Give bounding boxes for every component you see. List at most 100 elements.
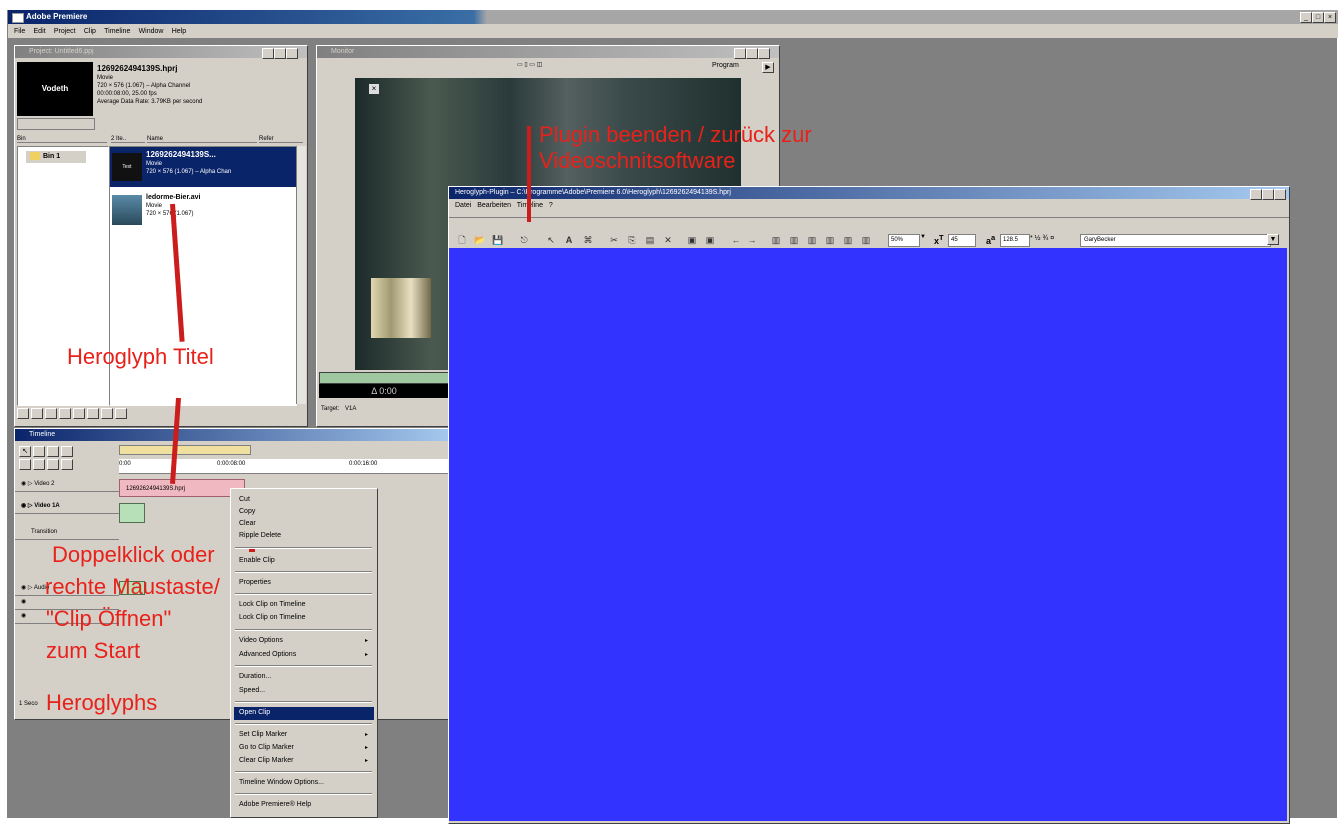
menu-ripple-delete[interactable]: Ripple Delete [239, 532, 281, 539]
eye-icon[interactable]: ◉ [21, 503, 26, 509]
menu-open-clip[interactable]: Open Clip [239, 709, 270, 716]
align-right-icon[interactable]: ▥ [806, 234, 818, 246]
monitor-view-buttons[interactable]: ▭ ▯ ▭ ◫ [517, 61, 597, 71]
align-top-icon[interactable]: ▥ [842, 234, 854, 246]
timeline-ruler[interactable]: 0:00 0:00:08:00 0:00:16:00 [119, 459, 453, 474]
project-minimize-icon[interactable] [262, 48, 274, 59]
align-left-icon[interactable]: ▥ [770, 234, 782, 246]
menu-video-options[interactable]: Video Options [239, 637, 283, 644]
zoom-tool-icon[interactable] [33, 459, 45, 470]
save-icon[interactable]: 💾 [492, 234, 504, 246]
delete-x-icon[interactable]: ✕ [662, 234, 674, 246]
hg-menu-bearbeiten[interactable]: Bearbeiten [477, 202, 511, 209]
hg-minimize-icon[interactable] [1250, 189, 1262, 200]
font-size-input[interactable]: 45 [948, 234, 976, 247]
menu-help[interactable]: Adobe Premiere® Help [239, 801, 311, 808]
project-close-icon[interactable] [286, 48, 298, 59]
eye-icon[interactable]: ◉ [21, 481, 26, 487]
preview-play-slider[interactable] [17, 118, 95, 130]
speaker-icon[interactable]: ◉ [21, 613, 26, 619]
menu-cut[interactable]: Cut [239, 496, 250, 503]
menu-project[interactable]: Project [54, 28, 76, 35]
selection-tool-icon[interactable]: ↖ [19, 446, 31, 457]
monitor-close-icon[interactable] [758, 48, 770, 59]
hg-maximize-icon[interactable] [1262, 189, 1274, 200]
menu-set-clip-marker[interactable]: Set Clip Marker [239, 731, 287, 738]
zoom-select[interactable]: 50% [888, 234, 920, 247]
menu-clear-clip-marker[interactable]: Clear Clip Marker [239, 757, 293, 764]
hg-menu-datei[interactable]: Datei [455, 202, 471, 209]
menu-duration[interactable]: Duration... [239, 673, 271, 680]
project-maximize-icon[interactable] [274, 48, 286, 59]
time-zoom-label[interactable]: 1 Seco [19, 701, 38, 707]
ripple-tool-icon[interactable] [47, 446, 59, 457]
marker-tool-icon[interactable] [61, 459, 73, 470]
align-center-icon[interactable]: ▥ [788, 234, 800, 246]
video-clip[interactable] [119, 503, 145, 523]
hand-tool-icon[interactable] [19, 459, 31, 470]
zoom-dropdown-icon[interactable]: ▼ [920, 234, 926, 240]
speaker-icon[interactable]: ◉ [21, 599, 26, 605]
menu-go-to-clip-marker[interactable]: Go to Clip Marker [239, 744, 294, 751]
bin-item[interactable]: Bin 1 [26, 151, 86, 163]
menu-properties[interactable]: Properties [239, 579, 271, 586]
minimize-icon[interactable]: _ [1300, 12, 1312, 23]
cut-icon[interactable]: ✂ [608, 234, 620, 246]
open-icon[interactable]: 📂 [474, 234, 486, 246]
col-bin-header[interactable]: Bin [17, 136, 107, 143]
new-bin-icon[interactable] [59, 408, 71, 419]
settings-icon[interactable] [115, 408, 127, 419]
close-frame-icon[interactable]: × [369, 84, 379, 94]
menu-enable-clip[interactable]: Enable Clip [239, 557, 275, 564]
col-name-header[interactable]: Name [147, 136, 257, 143]
in-out-tool-icon[interactable] [47, 459, 59, 470]
thumbnail-view-icon[interactable] [45, 408, 57, 419]
list-view-icon[interactable] [31, 408, 43, 419]
program-menu-arrow-icon[interactable]: ▶ [762, 62, 774, 73]
menu-timeline-options[interactable]: Timeline Window Options... [239, 779, 324, 786]
font-dropdown-icon[interactable]: ▼ [1267, 234, 1279, 245]
font-select[interactable]: GaryBecker [1080, 234, 1271, 247]
target-value[interactable]: V1A [345, 406, 356, 412]
menu-clear[interactable]: Clear [239, 520, 256, 527]
col-ref-header[interactable]: Refer [259, 136, 303, 143]
menu-edit[interactable]: Edit [34, 28, 46, 35]
format-icons[interactable]: * ½ ¾ ¤ [1030, 235, 1054, 242]
menu-advanced-options[interactable]: Advanced Options [239, 651, 296, 658]
list-item[interactable]: ledorme-Bier.avi Movie 720 × 576 (1.067) [110, 191, 296, 231]
range-tool-icon[interactable] [33, 446, 45, 457]
razor-tool-icon[interactable] [61, 446, 73, 457]
menu-help[interactable]: Help [172, 28, 186, 35]
close-icon[interactable]: × [1324, 12, 1336, 23]
text-tool-icon[interactable]: A [563, 234, 575, 246]
bring-front-icon[interactable]: ▣ [686, 234, 698, 246]
monitor-scrubber[interactable] [319, 372, 451, 384]
menu-timeline[interactable]: Timeline [104, 28, 130, 35]
menu-speed[interactable]: Speed... [239, 687, 265, 694]
new-item-icon[interactable] [73, 408, 85, 419]
paste-icon[interactable]: ▤ [644, 234, 656, 246]
monitor-minimize-icon[interactable] [734, 48, 746, 59]
binoculars-icon[interactable] [17, 408, 29, 419]
align-bottom-icon[interactable]: ▥ [860, 234, 872, 246]
col-num-header[interactable]: 2 Ite.. [111, 136, 145, 143]
menu-lock-clip-1[interactable]: Lock Clip on Timeline [239, 601, 306, 608]
menu-window[interactable]: Window [139, 28, 164, 35]
send-back-icon[interactable]: ▣ [704, 234, 716, 246]
heroglyph-canvas[interactable] [449, 248, 1287, 821]
menu-lock-clip-2[interactable]: Lock Clip on Timeline [239, 614, 306, 621]
work-area-bar[interactable] [119, 445, 251, 455]
shape-tool-icon[interactable]: ⌘ [582, 234, 594, 246]
copy-icon[interactable]: ⎘ [626, 234, 638, 246]
speaker-icon[interactable]: ◉ [21, 585, 26, 591]
delete-icon[interactable] [101, 408, 113, 419]
arrow-right-icon[interactable]: → [746, 234, 758, 246]
pointer-icon[interactable]: ↖ [545, 234, 557, 246]
hg-menu-help[interactable]: ? [549, 202, 553, 209]
list-item[interactable]: Text 1269262494139S... Movie 720 × 576 (… [110, 147, 296, 187]
menu-clip[interactable]: Clip [84, 28, 96, 35]
track-video1[interactable]: ◉ ▷ Video 1A [15, 499, 119, 514]
line-spacing-input[interactable]: 128.5 [1000, 234, 1030, 247]
heroglyph-clip[interactable]: 1269262494139S.hprj [119, 479, 245, 497]
maximize-icon[interactable]: □ [1312, 12, 1324, 23]
